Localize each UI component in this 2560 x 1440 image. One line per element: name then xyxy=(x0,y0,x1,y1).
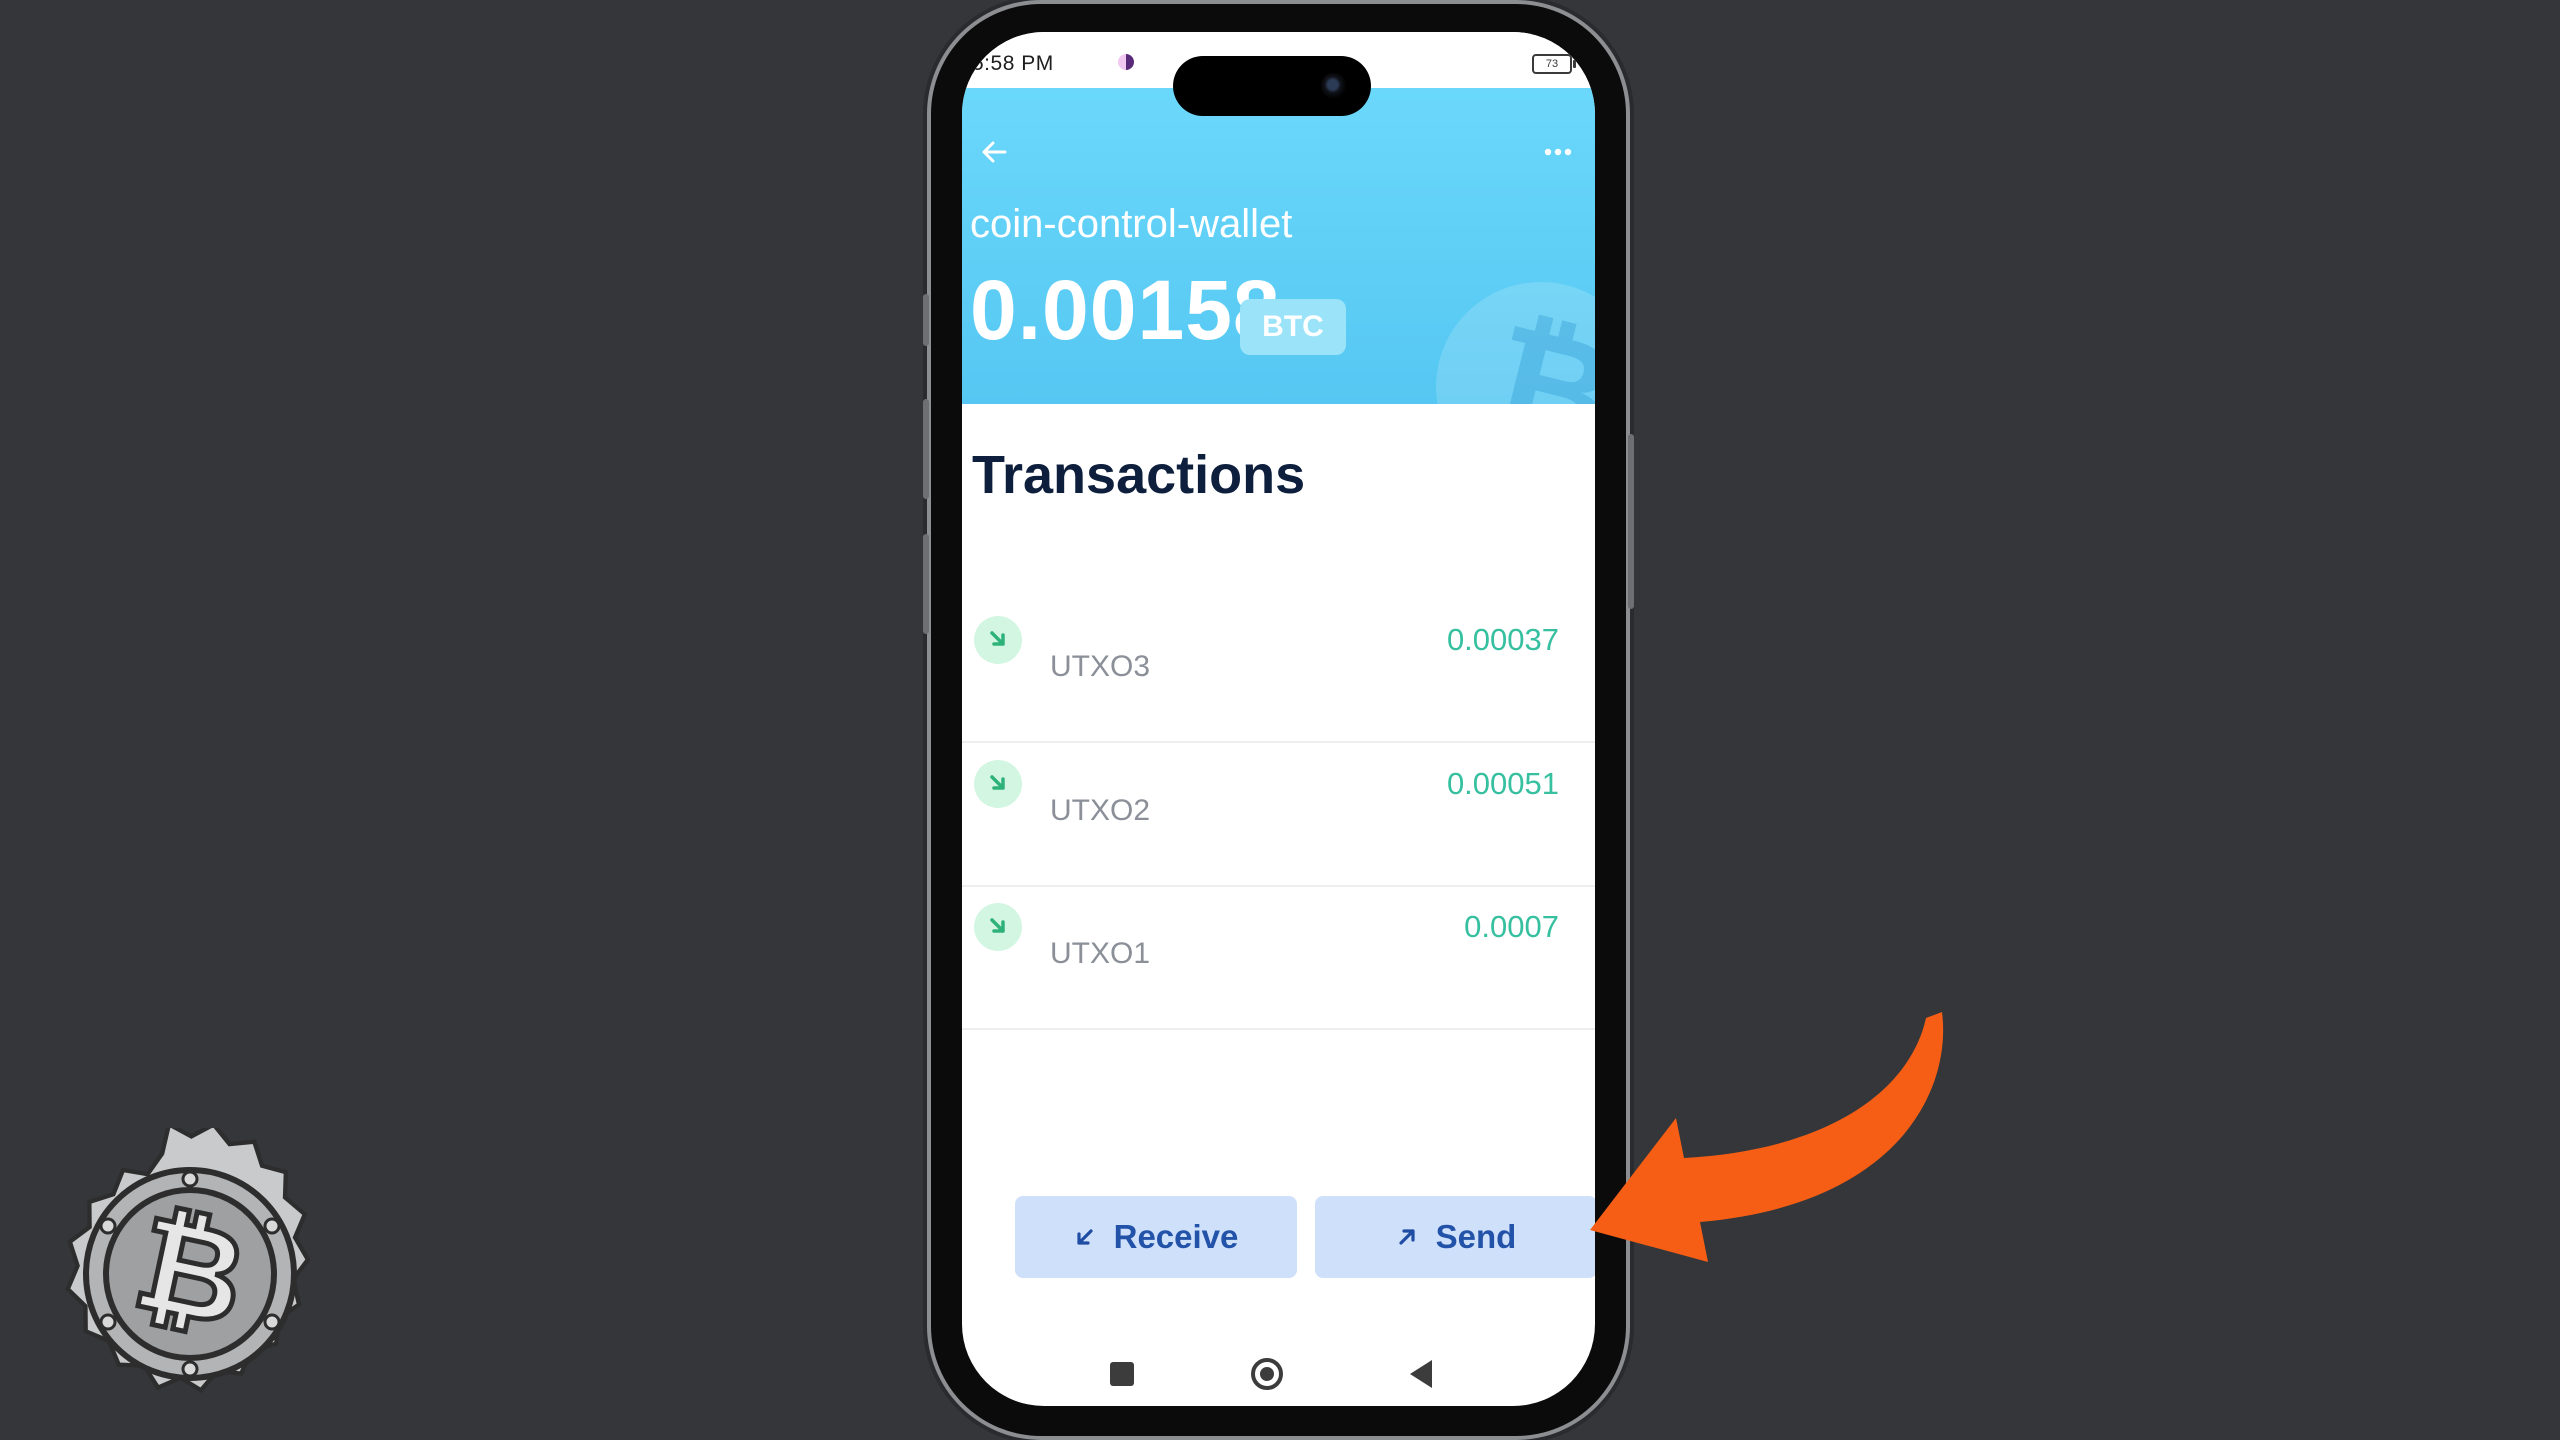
volume-down-button xyxy=(923,534,929,634)
incoming-arrow-icon xyxy=(974,616,1022,664)
more-options-icon[interactable] xyxy=(1536,130,1580,174)
back-arrow-icon[interactable] xyxy=(972,130,1016,174)
wallet-balance: 0.00158 xyxy=(970,263,1281,357)
action-button xyxy=(923,294,929,346)
receive-button[interactable]: Receive xyxy=(1015,1196,1297,1278)
transactions-title: Transactions xyxy=(972,445,1306,505)
receive-label: Receive xyxy=(1113,1218,1239,1255)
front-camera-icon xyxy=(1321,73,1347,99)
curved-arrow-icon xyxy=(1590,1012,1944,1262)
transaction-amount: 0.0007 xyxy=(1464,909,1559,944)
transaction-row[interactable]: UTXO2 0.00051 xyxy=(962,742,1595,887)
send-button[interactable]: Send xyxy=(1315,1196,1595,1278)
transaction-amount: 0.00051 xyxy=(1446,766,1559,801)
phone-screen: 5:58 PM 73 ₿ coin-control-wallet 0.00158… xyxy=(962,32,1595,1406)
video-frame: 5:58 PM 73 ₿ coin-control-wallet 0.00158… xyxy=(0,0,2560,1440)
transaction-label: UTXO2 xyxy=(1050,794,1151,827)
arrow-down-left-icon xyxy=(1074,1198,1096,1280)
bitcoin-seal-logo-icon: ₿ xyxy=(65,1128,311,1394)
battery-icon: 73 xyxy=(1532,54,1576,74)
arrow-up-right-icon xyxy=(1396,1198,1418,1280)
wallet-header: ₿ coin-control-wallet 0.00158 BTC xyxy=(962,88,1595,404)
volume-up-button xyxy=(923,399,929,499)
incoming-arrow-icon xyxy=(974,903,1022,951)
back-triangle-icon[interactable] xyxy=(1410,1360,1432,1388)
transaction-amount: 0.00037 xyxy=(1446,622,1559,657)
dynamic-island xyxy=(1173,56,1371,116)
send-label: Send xyxy=(1435,1218,1517,1255)
recents-square-icon[interactable] xyxy=(1110,1362,1134,1386)
transaction-row[interactable]: UTXO3 0.00037 xyxy=(962,598,1595,743)
bitcoin-watermark-icon: ₿ xyxy=(1436,282,1595,404)
home-circle-icon[interactable] xyxy=(1251,1358,1283,1390)
transaction-label: UTXO1 xyxy=(1050,937,1151,970)
status-time: 5:58 PM xyxy=(972,52,1054,75)
app-notification-icon xyxy=(1118,54,1134,70)
transaction-label: UTXO3 xyxy=(1050,650,1151,683)
power-button xyxy=(1628,434,1634,609)
wallet-name: coin-control-wallet xyxy=(970,202,1293,246)
phone-frame: 5:58 PM 73 ₿ coin-control-wallet 0.00158… xyxy=(923,4,1634,1436)
transaction-row[interactable]: UTXO1 0.0007 xyxy=(962,885,1595,1030)
unit-badge[interactable]: BTC xyxy=(1240,299,1346,355)
incoming-arrow-icon xyxy=(974,760,1022,808)
